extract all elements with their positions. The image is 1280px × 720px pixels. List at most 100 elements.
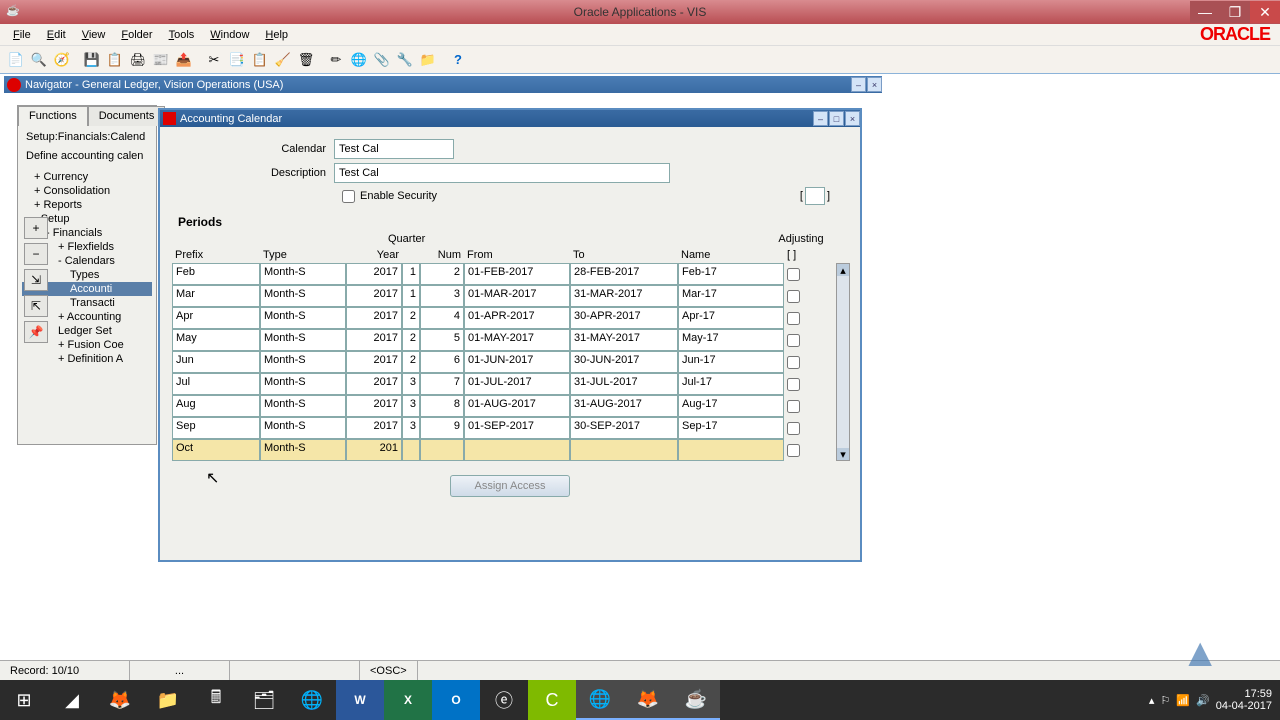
table-row[interactable]: AugMonth-S20173801-AUG-201731-AUG-2017Au… [170, 395, 836, 417]
next-icon[interactable]: 📋 [104, 49, 126, 71]
table-cell[interactable]: 30-JUN-2017 [570, 351, 678, 373]
table-cell[interactable]: Month-S [260, 307, 346, 329]
table-cell[interactable]: 01-JUN-2017 [464, 351, 570, 373]
printsetup-icon[interactable]: 📰 [150, 49, 172, 71]
adjusting-checkbox[interactable] [784, 439, 802, 461]
table-cell[interactable]: Month-S [260, 439, 346, 461]
table-cell[interactable]: 31-MAY-2017 [570, 329, 678, 351]
tray-network-icon[interactable]: 📶 [1176, 694, 1190, 707]
table-cell[interactable]: 201 [346, 439, 402, 461]
description-input[interactable] [334, 163, 670, 183]
table-row[interactable]: MarMonth-S20171301-MAR-201731-MAR-2017Ma… [170, 285, 836, 307]
adjusting-checkbox[interactable] [784, 351, 802, 373]
table-cell[interactable]: 5 [420, 329, 464, 351]
menu-edit[interactable]: Edit [39, 26, 74, 44]
task-camtasia[interactable]: C [528, 680, 576, 720]
menu-help[interactable]: Help [257, 26, 296, 44]
new-icon[interactable]: 📄 [5, 49, 27, 71]
adjusting-checkbox[interactable] [784, 307, 802, 329]
menu-view[interactable]: View [74, 26, 114, 44]
table-cell[interactable] [464, 439, 570, 461]
table-cell[interactable]: Month-S [260, 417, 346, 439]
tray-volume-icon[interactable]: 🔊 [1196, 694, 1210, 707]
table-cell[interactable]: 01-AUG-2017 [464, 395, 570, 417]
task-ie[interactable]: ⓔ [480, 680, 528, 720]
collapse-button[interactable]: − [24, 243, 48, 265]
table-cell[interactable]: 2017 [346, 307, 402, 329]
table-cell[interactable]: Jun [172, 351, 260, 373]
enable-security-checkbox[interactable] [342, 190, 355, 203]
tree-item[interactable]: + Reports [22, 198, 152, 212]
table-cell[interactable]: Month-S [260, 329, 346, 351]
task-calc[interactable]: 🖩 [192, 680, 240, 720]
table-cell[interactable]: Jul [172, 373, 260, 395]
table-cell[interactable]: Month-S [260, 263, 346, 285]
nav-min-button[interactable]: – [851, 77, 866, 92]
pin-button[interactable]: 📌 [24, 321, 48, 343]
cut-icon[interactable]: ✂ [203, 49, 225, 71]
cal-max-button[interactable]: □ [829, 111, 844, 126]
table-cell[interactable]: 2017 [346, 373, 402, 395]
table-cell[interactable]: 01-APR-2017 [464, 307, 570, 329]
table-cell[interactable]: Month-S [260, 351, 346, 373]
table-cell[interactable]: Jun-17 [678, 351, 784, 373]
export-icon[interactable]: 📤 [173, 49, 195, 71]
table-cell[interactable]: 30-APR-2017 [570, 307, 678, 329]
table-cell[interactable]: 2017 [346, 329, 402, 351]
table-cell[interactable]: Sep [172, 417, 260, 439]
minimize-button[interactable]: — [1190, 1, 1220, 23]
cal-close-button[interactable]: × [845, 111, 860, 126]
table-cell[interactable]: Apr-17 [678, 307, 784, 329]
save-icon[interactable]: 💾 [81, 49, 103, 71]
edit-icon[interactable]: ✏ [325, 49, 347, 71]
table-cell[interactable]: Mar-17 [678, 285, 784, 307]
menu-file[interactable]: File [5, 26, 39, 44]
table-cell[interactable]: 2017 [346, 351, 402, 373]
table-cell[interactable]: 8 [420, 395, 464, 417]
navigator-titlebar[interactable]: Navigator - General Ledger, Vision Opera… [4, 76, 882, 93]
table-cell[interactable]: 28-FEB-2017 [570, 263, 678, 285]
task-files[interactable]: 🗂 [240, 680, 288, 720]
menu-tools[interactable]: Tools [161, 26, 203, 44]
table-cell[interactable]: 2017 [346, 263, 402, 285]
table-cell[interactable]: 01-MAY-2017 [464, 329, 570, 351]
nav-close-button[interactable]: × [867, 77, 882, 92]
clear-icon[interactable]: 🧹 [272, 49, 294, 71]
table-cell[interactable]: Feb-17 [678, 263, 784, 285]
copy-icon[interactable]: 📑 [226, 49, 248, 71]
table-cell[interactable]: 3 [420, 285, 464, 307]
table-row[interactable]: JulMonth-S20173701-JUL-201731-JUL-2017Ju… [170, 373, 836, 395]
table-row[interactable]: AprMonth-S20172401-APR-201730-APR-2017Ap… [170, 307, 836, 329]
tree-item[interactable]: + Consolidation [22, 184, 152, 198]
table-cell[interactable] [402, 439, 420, 461]
expand-all-button[interactable]: ⇲ [24, 269, 48, 291]
table-cell[interactable]: 31-JUL-2017 [570, 373, 678, 395]
table-cell[interactable]: Mar [172, 285, 260, 307]
menu-folder[interactable]: Folder [113, 26, 160, 44]
table-cell[interactable]: Aug [172, 395, 260, 417]
table-cell[interactable]: Month-S [260, 373, 346, 395]
start-button[interactable]: ⊞ [0, 680, 48, 720]
tray-up-icon[interactable]: ▴ [1149, 694, 1155, 707]
tools-icon[interactable]: 🔧 [394, 49, 416, 71]
task-excel[interactable]: X [384, 680, 432, 720]
table-cell[interactable]: 30-SEP-2017 [570, 417, 678, 439]
table-cell[interactable]: 31-MAR-2017 [570, 285, 678, 307]
system-tray[interactable]: ▴ ⚐ 📶 🔊 17:59 04-04-2017 [1149, 688, 1280, 712]
table-cell[interactable]: 1 [402, 263, 420, 285]
table-row[interactable]: MayMonth-S20172501-MAY-201731-MAY-2017Ma… [170, 329, 836, 351]
table-cell[interactable]: 6 [420, 351, 464, 373]
tray-action-icon[interactable]: ⚐ [1160, 694, 1170, 707]
table-cell[interactable]: 31-AUG-2017 [570, 395, 678, 417]
print-icon[interactable]: 🖨 [127, 49, 149, 71]
table-cell[interactable]: 2 [402, 329, 420, 351]
table-cell[interactable]: 2017 [346, 417, 402, 439]
task-word[interactable]: W [336, 680, 384, 720]
table-cell[interactable]: 01-JUL-2017 [464, 373, 570, 395]
adjusting-checkbox[interactable] [784, 373, 802, 395]
close-button[interactable]: ✕ [1250, 1, 1280, 23]
table-cell[interactable]: Month-S [260, 285, 346, 307]
table-scrollbar[interactable]: ▴ ▾ [836, 263, 850, 461]
task-chrome[interactable]: 🌐 [288, 680, 336, 720]
tab-functions[interactable]: Functions [18, 106, 88, 126]
